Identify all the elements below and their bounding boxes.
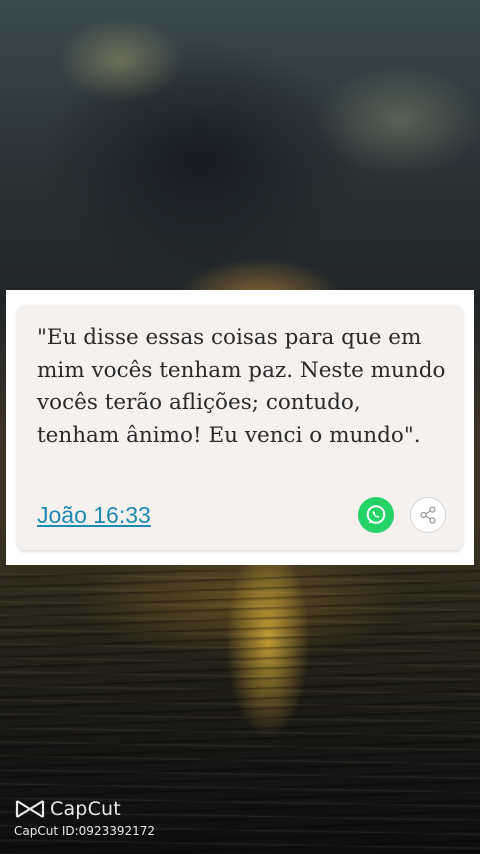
capcut-watermark: CapCut CapCut ID:0923392172 xyxy=(14,798,155,838)
watermark-id: CapCut ID:0923392172 xyxy=(14,824,156,838)
share-button[interactable] xyxy=(410,497,446,533)
watermark-brand: CapCut xyxy=(50,798,121,820)
share-icon xyxy=(420,506,436,524)
verse-card: "Eu disse essas coisas para que em mim v… xyxy=(18,306,462,550)
verse-text: "Eu disse essas coisas para que em mim v… xyxy=(37,325,446,448)
whatsapp-share-button[interactable] xyxy=(358,497,394,533)
whatsapp-icon xyxy=(366,505,386,524)
verse-reference-link[interactable]: João 16:33 xyxy=(37,502,151,529)
capcut-logo-icon xyxy=(15,800,45,818)
